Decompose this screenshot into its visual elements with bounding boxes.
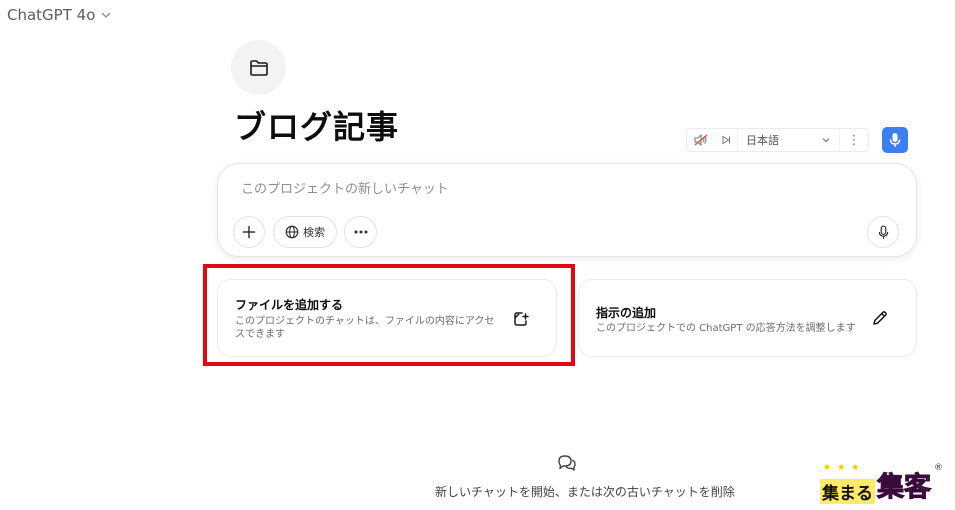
language-select[interactable]: 日本語 [737, 129, 840, 151]
empty-state-message: 新しいチャットを開始、または次の古いチャットを削除 [435, 485, 735, 499]
voice-toolbar: 日本語 ⋮ [686, 128, 869, 152]
pencil-icon [873, 311, 887, 325]
chat-input[interactable] [241, 178, 841, 200]
dictate-button[interactable] [867, 216, 899, 248]
plus-icon [242, 225, 256, 239]
page-title: ブログ記事 [234, 108, 400, 146]
registered-mark: ® [934, 463, 943, 473]
kebab-icon: ⋮ [847, 132, 861, 148]
search-button[interactable]: 検索 [273, 216, 337, 248]
speaker-muted-icon [694, 134, 708, 146]
microphone-icon [889, 133, 901, 147]
model-name: ChatGPT 4o [7, 6, 96, 24]
play-button[interactable] [715, 129, 737, 151]
voice-more-button[interactable]: ⋮ [840, 129, 868, 151]
language-label: 日本語 [746, 134, 779, 147]
folder-icon [249, 59, 268, 76]
chevron-down-icon [822, 138, 830, 143]
skip-play-icon [722, 135, 730, 145]
mute-button[interactable] [687, 129, 715, 151]
voice-mic-button[interactable] [882, 127, 908, 153]
watermark-text-1: 集まる [820, 479, 875, 504]
globe-icon [285, 225, 299, 239]
search-label: 検索 [303, 226, 325, 239]
add-attachment-button[interactable] [233, 216, 265, 248]
add-instructions-card[interactable]: 指示の追加 このプロジェクトでの ChatGPT の応答方法を調整します [578, 279, 917, 357]
highlight-annotation [203, 264, 575, 366]
add-instructions-title: 指示の追加 [596, 306, 657, 320]
watermark-text-2: 集客 [877, 472, 932, 504]
more-tools-button[interactable] [344, 216, 377, 248]
star-icon: ★★★ [823, 463, 866, 473]
ellipsis-icon [354, 230, 367, 234]
chat-bubbles-icon [558, 455, 576, 471]
chat-composer: 検索 [217, 163, 917, 257]
microphone-icon [878, 224, 888, 239]
watermark-logo: ★★★ 集まる 集客 ® [820, 463, 946, 504]
project-folder-badge[interactable] [231, 40, 286, 95]
chevron-down-icon [102, 12, 111, 18]
add-instructions-description: このプロジェクトでの ChatGPT の応答方法を調整します [596, 323, 856, 334]
model-switcher[interactable]: ChatGPT 4o [7, 6, 112, 24]
